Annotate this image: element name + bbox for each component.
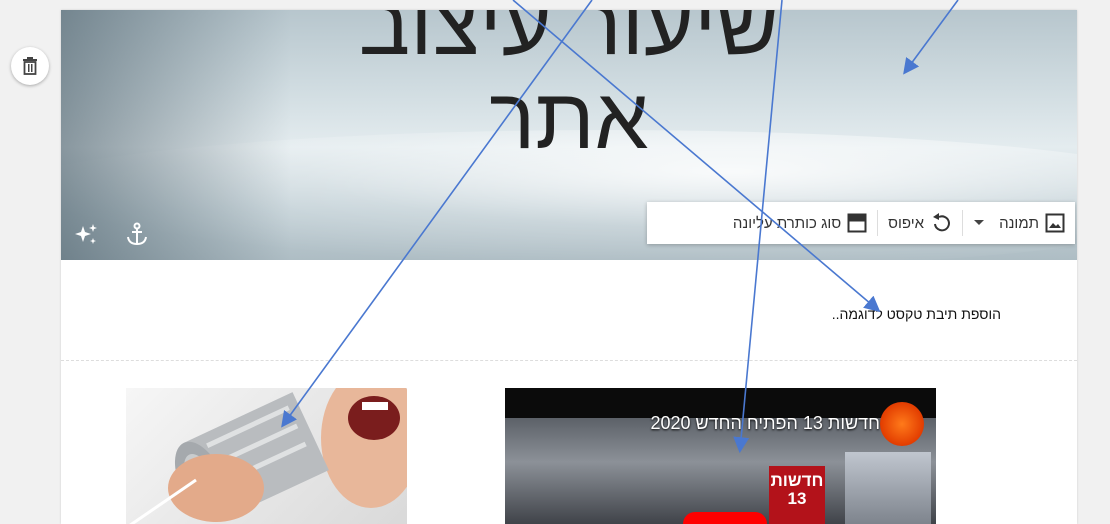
header-type-icon: [847, 213, 867, 233]
header-type-label: סוג כותרת עליונה: [732, 214, 842, 232]
header-section[interactable]: שיעור עיצוב אתר תמונה איפוס סוג כותרת על…: [61, 10, 1077, 260]
tin-can-illustration: [129, 388, 407, 524]
reset-label: איפוס: [888, 214, 925, 232]
tin-can-phone-image[interactable]: [126, 388, 407, 524]
delete-section-button[interactable]: [11, 47, 49, 85]
header-left-tools: [73, 222, 149, 248]
header-toolbar: תמונה איפוס סוג כותרת עליונה: [647, 202, 1075, 244]
page-title-line1: שיעור עיצוב: [358, 10, 780, 73]
image-icon: [1045, 213, 1065, 233]
channel-logo[interactable]: [880, 402, 924, 446]
video-thumbnail-faces: [845, 452, 931, 524]
trash-icon: [23, 57, 37, 75]
video-title[interactable]: חדשות 13 הפתיח החדש 2020: [650, 413, 880, 434]
page-canvas: שיעור עיצוב אתר תמונה איפוס סוג כותרת על…: [61, 10, 1077, 524]
sparkle-icon[interactable]: [73, 222, 99, 248]
text-box-section[interactable]: הוספת תיבת טקסט לדוגמה..: [61, 260, 1077, 361]
dropdown-arrow-icon: [974, 220, 985, 225]
video-play-button[interactable]: [683, 512, 767, 524]
image-label: תמונה: [999, 214, 1039, 232]
toolbar-separator: [962, 210, 964, 236]
right-rail: [1077, 0, 1110, 524]
reset-button[interactable]: איפוס: [878, 202, 962, 244]
news-badge-line2: 13: [787, 489, 807, 508]
toolbar-separator: [877, 210, 879, 236]
image-dropdown-button[interactable]: תמונה: [963, 202, 1075, 244]
page-title-line2: אתר: [489, 71, 649, 167]
reset-icon: [933, 213, 951, 232]
sample-text[interactable]: הוספת תיבת טקסט לדוגמה..: [832, 306, 1001, 322]
news-badge-line1: חדשות: [770, 471, 824, 490]
news-badge: חדשות 13: [769, 466, 825, 524]
page-title[interactable]: שיעור עיצוב אתר: [61, 10, 1077, 166]
anchor-icon[interactable]: [125, 222, 149, 248]
header-type-button[interactable]: סוג כותרת עליונה: [723, 202, 877, 244]
video-embed[interactable]: חדשות 13 הפתיח החדש 2020 חדשות 13: [505, 388, 936, 524]
